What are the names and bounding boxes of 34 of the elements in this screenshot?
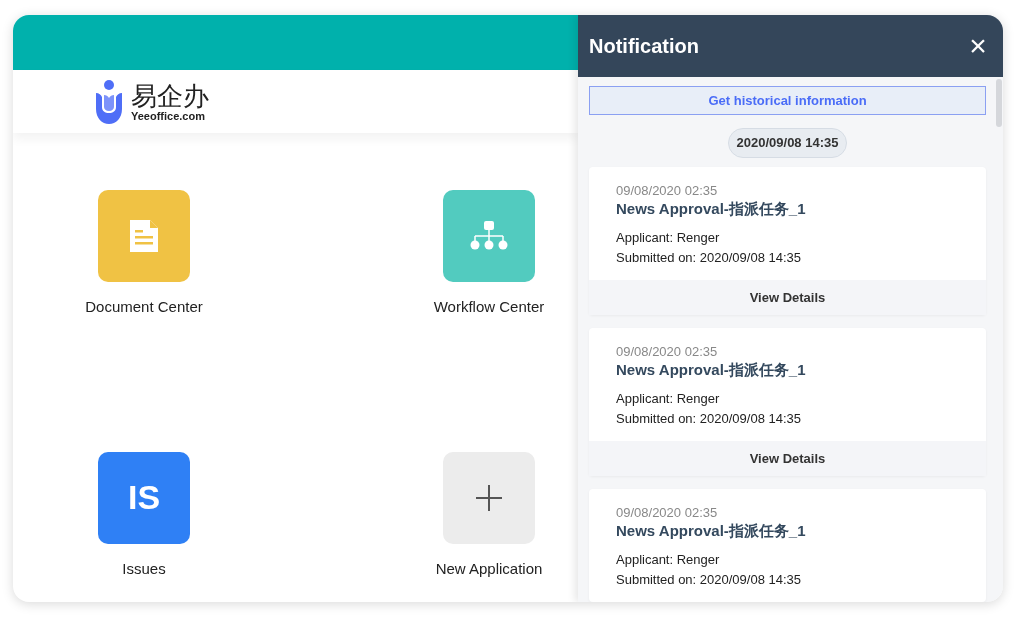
- hierarchy-icon: [469, 220, 509, 252]
- notification-time: 09/08/2020 02:35: [616, 504, 719, 521]
- view-details-button[interactable]: View Details: [589, 280, 986, 315]
- submitted-text: Submitted on: 2020/09/08 14:35: [616, 571, 803, 589]
- scrollbar-thumb[interactable]: [996, 79, 1002, 127]
- applicant-text: Applicant: Renger: [616, 390, 721, 408]
- app-tile[interactable]: IS: [98, 451, 190, 544]
- logo-name: 易企办: [131, 81, 209, 111]
- logo-domain: Yeeoffice.com: [131, 111, 206, 122]
- panel-title: Notification: [589, 34, 699, 59]
- submitted-text: Submitted on: 2020/09/08 14:35: [616, 410, 803, 428]
- app-label[interactable]: Issues: [122, 557, 166, 580]
- app-initials: IS: [127, 477, 161, 518]
- notification-time: 09/08/2020 02:35: [616, 182, 719, 199]
- applicant-text: Applicant: Renger: [616, 551, 721, 569]
- submitted-text: Submitted on: 2020/09/08 14:35: [616, 249, 803, 267]
- applicant-text: Applicant: Renger: [616, 229, 721, 247]
- app-tile[interactable]: [98, 190, 190, 282]
- history-button[interactable]: Get historical information: [589, 86, 986, 115]
- date-pill: 2020/09/08 14:35: [727, 128, 848, 158]
- app-tile[interactable]: [443, 451, 535, 544]
- app-label[interactable]: Workflow Center: [433, 296, 545, 319]
- app-tile[interactable]: [443, 190, 535, 282]
- app-label[interactable]: New Application: [435, 557, 543, 580]
- notification-title: News Approval-指派任务_1: [616, 360, 807, 380]
- notification-title: News Approval-指派任务_1: [616, 521, 807, 541]
- notification-time: 09/08/2020 02:35: [616, 343, 719, 360]
- notification-title: News Approval-指派任务_1: [616, 199, 807, 219]
- document-icon: [128, 218, 160, 254]
- plus-icon: [475, 483, 503, 512]
- logo-icon: [93, 78, 125, 125]
- close-button[interactable]: ×: [964, 32, 992, 60]
- view-details-button[interactable]: View Details: [589, 441, 986, 476]
- app-label[interactable]: Document Center: [85, 296, 203, 319]
